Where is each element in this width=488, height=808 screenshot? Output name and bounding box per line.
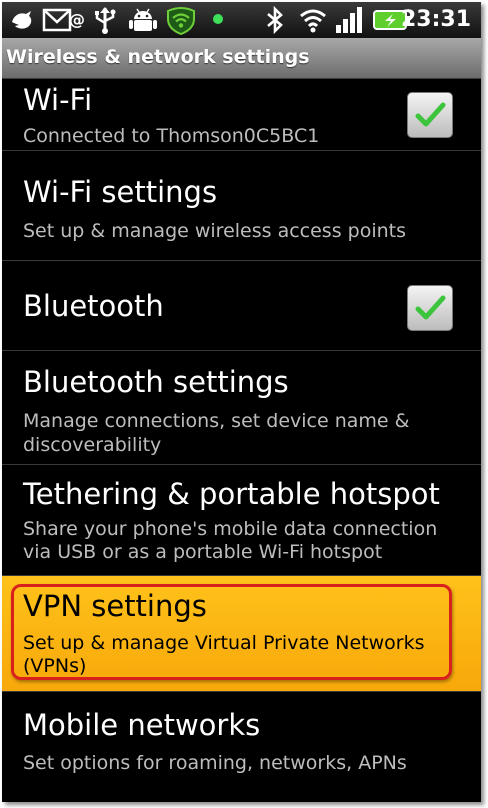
setting-summary-continued: discoverability — [23, 434, 162, 456]
setting-title: Bluetooth — [23, 289, 164, 323]
setting-wifi[interactable]: Wi-Fi Connected to Thomson0C5BC1 — [2, 79, 481, 151]
cell-signal-icon — [334, 5, 366, 35]
screen-title-bar: Wireless & network settings — [2, 38, 481, 79]
setting-bluetooth-settings[interactable]: Bluetooth settings Manage connections, s… — [2, 351, 481, 465]
wifi-signal-icon — [298, 5, 328, 35]
setting-title: Tethering & portable hotspot — [23, 477, 440, 511]
bluetooth-checkbox[interactable] — [407, 285, 453, 331]
email-icon: @ — [42, 5, 86, 35]
bluetooth-icon — [264, 5, 286, 35]
svg-text:@: @ — [69, 10, 85, 29]
setting-wifi-settings[interactable]: Wi-Fi settings Set up & manage wireless … — [2, 151, 481, 261]
setting-mobile-networks[interactable]: Mobile networks Set options for roaming,… — [2, 692, 481, 802]
phone-screen: @ 23:31 Wireless & network settings Wi-F… — [2, 2, 481, 802]
checkmark-icon — [415, 295, 446, 320]
settings-list: Wi-Fi Connected to Thomson0C5BC1 Wi-Fi s… — [2, 79, 481, 802]
setting-title: Wi-Fi — [23, 83, 93, 117]
setting-summary-continued: via USB or as a portable Wi-Fi hotspot — [23, 541, 383, 563]
setting-summary: Connected to Thomson0C5BC1 — [23, 125, 320, 147]
status-bar: @ 23:31 — [2, 2, 481, 38]
usb-icon — [90, 5, 120, 35]
wifi-checkbox[interactable] — [407, 92, 453, 138]
annotation-highlight-box — [11, 584, 452, 680]
setting-bluetooth[interactable]: Bluetooth — [2, 261, 481, 351]
setting-vpn[interactable]: VPN settings Set up & manage Virtual Pri… — [2, 576, 481, 692]
clock: 23:31 — [400, 7, 471, 32]
setting-summary: Share your phone's mobile data connectio… — [23, 518, 438, 540]
wifi-shield-icon — [164, 5, 198, 35]
setting-tethering[interactable]: Tethering & portable hotspot Share your … — [2, 465, 481, 576]
checkmark-icon — [415, 102, 446, 127]
setting-title: Wi-Fi settings — [23, 175, 218, 209]
setting-summary: Manage connections, set device name & — [23, 410, 410, 432]
setting-title: Mobile networks — [23, 708, 261, 742]
android-debug-icon — [128, 5, 158, 35]
setting-summary: Set up & manage wireless access points — [23, 220, 406, 242]
twitter-bird-icon — [8, 5, 38, 35]
setting-title: Bluetooth settings — [23, 365, 289, 399]
setting-summary: Set options for roaming, networks, APNs — [23, 752, 407, 774]
page-title: Wireless & network settings — [6, 46, 310, 68]
